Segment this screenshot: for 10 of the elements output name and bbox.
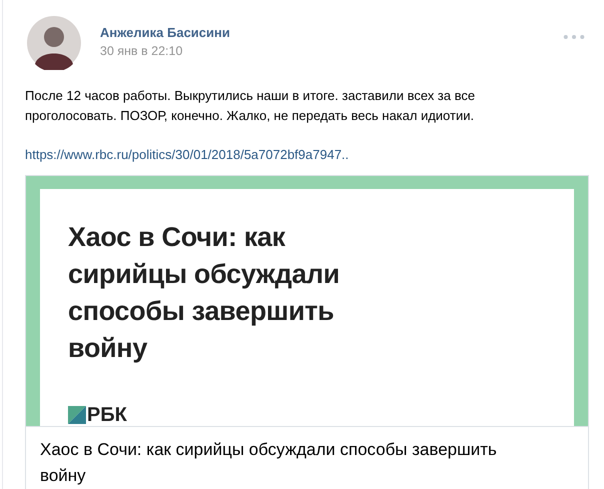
logo-text: РБК [87,405,127,425]
preview-image[interactable]: Хаос в Сочи: как сирийцы обсуждали способы завершить войну РБК [26,176,588,426]
author-link[interactable]: Анжелика Басисини [100,25,563,41]
image-headline: Хаос в Сочи: как сирийцы обсуждали способы завершить войну [68,221,341,365]
logo-icon [68,406,86,424]
caption-panel[interactable]: Хаос в Сочи: как сирийцы обсуждали способы завершить войну [26,426,588,489]
avatar[interactable] [27,16,81,70]
post-link[interactable]: https://www.rbc.ru/politics/30/01/2018/5a7072bf9a7947.. [25,147,349,162]
post-text: После 12 часов работы. Выкрутились наши в итоге. заставили всех за все проголосовать. ПОЗОР, конечно. Жалко, не передать весь накал идиотии. [25,87,476,125]
preview-title[interactable]: Хаос в Сочи: как сирийцы обсуждали способы завершить войну [40,437,520,489]
